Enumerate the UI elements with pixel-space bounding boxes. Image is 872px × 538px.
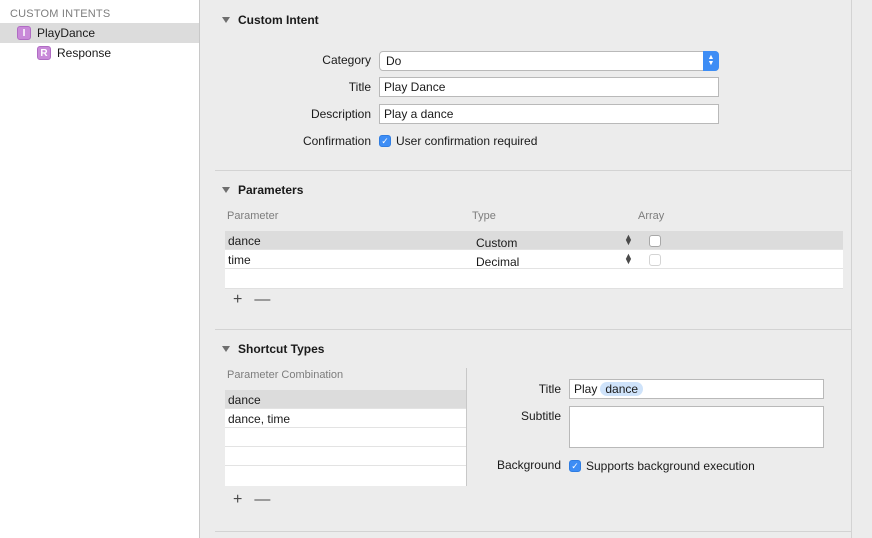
checkmark-icon: ✓ bbox=[569, 460, 581, 472]
sidebar-item-label: PlayDance bbox=[37, 26, 96, 40]
table-row[interactable]: dance, time bbox=[225, 409, 466, 428]
table-row bbox=[225, 447, 466, 466]
sidebar-item-playdance[interactable]: I PlayDance bbox=[0, 23, 199, 43]
response-badge-icon: R bbox=[37, 46, 51, 60]
title-label: Title bbox=[348, 80, 371, 94]
divider bbox=[225, 288, 843, 289]
parameter-name: time bbox=[228, 253, 251, 267]
table-row[interactable]: dance bbox=[225, 390, 466, 409]
title-prefix: Play bbox=[574, 382, 598, 396]
category-popup[interactable]: Do ▲ ▼ bbox=[379, 51, 719, 71]
remove-parameter-button[interactable]: — bbox=[254, 291, 270, 309]
title-field[interactable]: Play Dance bbox=[379, 77, 719, 97]
sidebar: CUSTOM INTENTS I PlayDance R Response bbox=[0, 0, 200, 538]
shortcut-title-field[interactable]: Play dance bbox=[569, 379, 824, 399]
array-checkbox[interactable] bbox=[649, 235, 661, 247]
column-header-array[interactable]: Array bbox=[638, 210, 664, 222]
parameter-name: dance bbox=[228, 234, 261, 248]
category-label: Category bbox=[322, 53, 371, 67]
description-label: Description bbox=[310, 107, 371, 121]
parameter-type[interactable]: Decimal bbox=[476, 255, 519, 269]
shortcut-add-remove: + — bbox=[233, 491, 270, 509]
shortcut-types-table: dance dance, time bbox=[225, 390, 466, 486]
confirmation-text: User confirmation required bbox=[396, 134, 538, 148]
column-header-parameter[interactable]: Parameter bbox=[227, 210, 278, 222]
parameters-header[interactable]: Parameters bbox=[222, 183, 303, 197]
add-shortcut-button[interactable]: + bbox=[233, 491, 242, 509]
section-title: Custom Intent bbox=[238, 13, 319, 27]
parameter-token[interactable]: dance bbox=[600, 382, 644, 396]
main-panel: Custom Intent Category Do ▲ ▼ Title Play … bbox=[200, 0, 872, 538]
column-separator bbox=[466, 368, 467, 486]
checkmark-icon: ✓ bbox=[379, 135, 391, 147]
shortcut-subtitle-label: Subtitle bbox=[520, 409, 561, 423]
section-title: Shortcut Types bbox=[238, 342, 325, 356]
combination-label: dance, time bbox=[228, 412, 291, 426]
shortcut-types-header[interactable]: Shortcut Types bbox=[222, 342, 324, 356]
sidebar-item-label: Response bbox=[57, 46, 112, 60]
description-field[interactable]: Play a dance bbox=[379, 104, 719, 124]
confirmation-label: Confirmation bbox=[302, 134, 371, 148]
category-value: Do bbox=[386, 54, 402, 68]
background-checkbox[interactable]: ✓ Supports background execution bbox=[569, 459, 755, 473]
chevron-updown-icon: ▲ ▼ bbox=[703, 51, 719, 71]
disclosure-triangle-icon[interactable] bbox=[222, 346, 230, 352]
background-label: Background bbox=[496, 458, 561, 472]
divider bbox=[215, 329, 851, 330]
disclosure-triangle-icon[interactable] bbox=[222, 17, 230, 23]
shortcut-subtitle-field[interactable] bbox=[569, 406, 824, 448]
chevron-updown-icon[interactable]: ▲ ▼ bbox=[624, 233, 633, 247]
shortcut-title-label: Title bbox=[538, 382, 561, 396]
section-title: Parameters bbox=[238, 183, 304, 197]
custom-intent-header[interactable]: Custom Intent bbox=[222, 13, 319, 27]
table-row[interactable]: dance Custom ▲ ▼ bbox=[225, 231, 843, 250]
add-parameter-button[interactable]: + bbox=[233, 291, 242, 309]
combination-label: dance bbox=[228, 393, 261, 407]
chevron-updown-icon[interactable]: ▲ ▼ bbox=[624, 252, 633, 266]
table-row bbox=[225, 428, 466, 447]
confirmation-checkbox[interactable]: ✓ User confirmation required bbox=[379, 134, 537, 148]
table-row bbox=[225, 466, 466, 485]
parameters-table: dance Custom ▲ ▼ time Decimal ▲ ▼ bbox=[225, 231, 843, 289]
parameters-add-remove: + — bbox=[233, 291, 270, 309]
column-header-parameter-combination[interactable]: Parameter Combination bbox=[227, 369, 343, 381]
divider bbox=[215, 170, 851, 171]
table-row[interactable]: time Decimal ▲ ▼ bbox=[225, 250, 843, 269]
right-edge-strip bbox=[851, 0, 872, 538]
array-checkbox[interactable] bbox=[649, 254, 661, 266]
remove-shortcut-button[interactable]: — bbox=[254, 491, 270, 509]
background-text: Supports background execution bbox=[586, 459, 755, 473]
sidebar-item-response[interactable]: R Response bbox=[0, 43, 199, 63]
disclosure-triangle-icon[interactable] bbox=[222, 187, 230, 193]
intent-badge-icon: I bbox=[17, 26, 31, 40]
column-header-type[interactable]: Type bbox=[472, 210, 496, 222]
sidebar-header: CUSTOM INTENTS bbox=[10, 8, 111, 20]
parameter-type[interactable]: Custom bbox=[476, 236, 517, 250]
divider bbox=[215, 531, 851, 532]
